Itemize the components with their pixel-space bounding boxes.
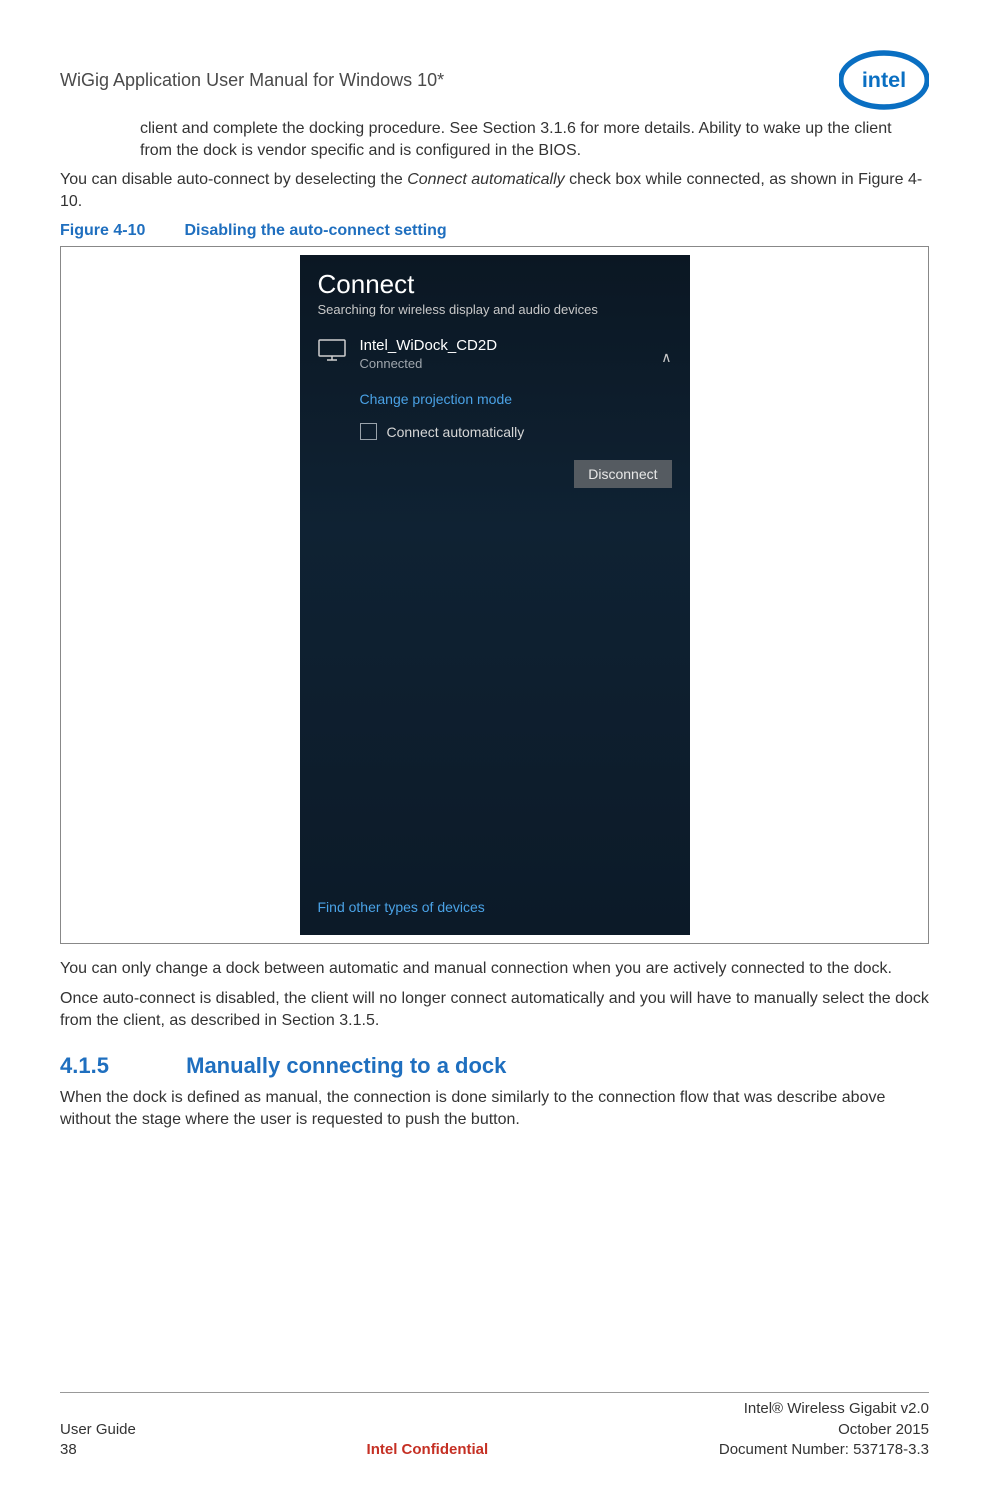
paragraph-2a: You can disable auto-connect by deselect… <box>60 171 407 188</box>
figure-frame: Connect Searching for wireless display a… <box>60 246 929 944</box>
chevron-up-icon[interactable]: ∧ <box>661 349 671 366</box>
footer-product: Intel® Wireless Gigabit v2.0 <box>719 1399 929 1419</box>
intel-logo-text: intel <box>862 67 906 92</box>
disconnect-button[interactable]: Disconnect <box>574 460 671 488</box>
footer-doc-number: Document Number: 537178-3.3 <box>719 1440 929 1460</box>
figure-caption: Figure 4-10 Disabling the auto-connect s… <box>60 222 929 240</box>
footer-page-number: 38 <box>60 1440 136 1460</box>
footer-confidential: Intel Confidential <box>136 1440 719 1460</box>
connect-auto-row[interactable]: Connect automatically <box>360 423 672 440</box>
manual-title: WiGig Application User Manual for Window… <box>60 70 444 91</box>
device-name: Intel_WiDock_CD2D <box>360 337 498 354</box>
section-heading: 4.1.5 Manually connecting to a dock <box>60 1053 929 1079</box>
find-other-devices-link[interactable]: Find other types of devices <box>318 899 672 915</box>
paragraph-2-italic: Connect automatically <box>407 171 564 188</box>
paragraph-2: You can disable auto-connect by deselect… <box>60 169 929 212</box>
footer-center: Intel Confidential <box>136 1399 719 1460</box>
footer-left: User Guide 38 <box>60 1399 136 1460</box>
connect-panel-subtitle: Searching for wireless display and audio… <box>318 302 672 317</box>
connect-auto-label: Connect automatically <box>387 424 525 440</box>
footer-rule <box>60 1392 929 1393</box>
paragraph-4: Once auto-connect is disabled, the clien… <box>60 988 929 1031</box>
change-projection-link[interactable]: Change projection mode <box>360 391 672 407</box>
page-header: WiGig Application User Manual for Window… <box>60 50 929 110</box>
paragraph-5: When the dock is defined as manual, the … <box>60 1087 929 1130</box>
footer-right: Intel® Wireless Gigabit v2.0 October 201… <box>719 1399 929 1460</box>
monitor-icon <box>318 339 346 361</box>
connect-auto-checkbox[interactable] <box>360 423 377 440</box>
paragraph-indent-1: client and complete the docking procedur… <box>140 118 919 161</box>
footer-user-guide: User Guide <box>60 1420 136 1440</box>
intel-logo-icon: intel <box>839 50 929 110</box>
device-status: Connected <box>360 356 498 371</box>
section-number: 4.1.5 <box>60 1053 180 1079</box>
figure-number: Figure 4-10 <box>60 222 180 240</box>
footer-date: October 2015 <box>719 1420 929 1440</box>
figure-title: Disabling the auto-connect setting <box>184 222 446 239</box>
connect-panel: Connect Searching for wireless display a… <box>300 255 690 935</box>
section-title: Manually connecting to a dock <box>186 1053 506 1078</box>
paragraph-3: You can only change a dock between autom… <box>60 958 929 980</box>
page-footer: User Guide 38 Intel Confidential Intel® … <box>60 1392 929 1460</box>
connect-panel-title: Connect <box>318 269 672 300</box>
device-row[interactable]: Intel_WiDock_CD2D Connected <box>318 337 672 371</box>
